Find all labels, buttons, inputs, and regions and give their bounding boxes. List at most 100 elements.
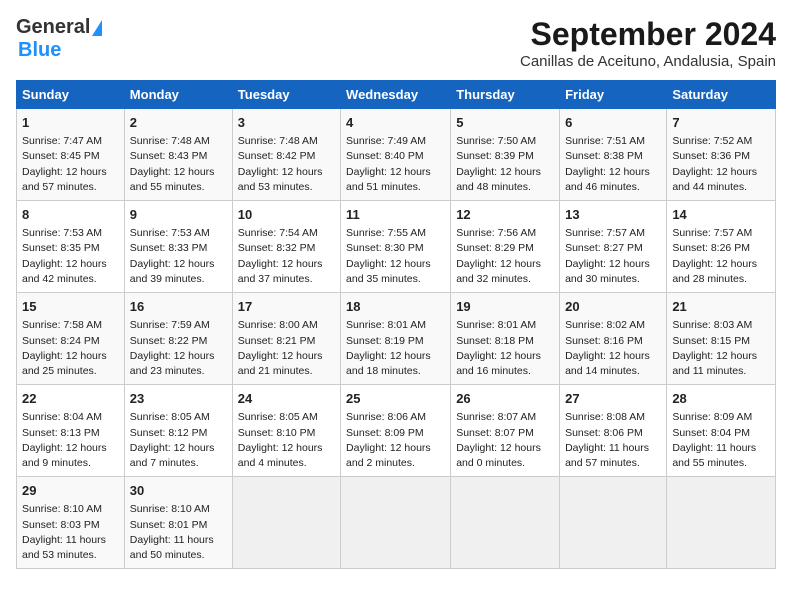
day-content: Sunrise: 8:04 AM Sunset: 8:13 PM Dayligh… [22, 410, 119, 471]
calendar-cell: 15 Sunrise: 7:58 AM Sunset: 8:24 PM Dayli… [17, 293, 125, 385]
day-number: 29 [22, 482, 119, 500]
calendar-cell: 11 Sunrise: 7:55 AM Sunset: 8:30 PM Dayli… [341, 201, 451, 293]
day-number: 18 [346, 298, 445, 316]
logo: General Blue [16, 16, 102, 62]
logo-blue-text: Blue [18, 39, 61, 61]
day-number: 23 [130, 390, 227, 408]
day-number: 14 [672, 206, 770, 224]
day-number: 15 [22, 298, 119, 316]
calendar-cell: 20 Sunrise: 8:02 AM Sunset: 8:16 PM Dayli… [560, 293, 667, 385]
day-number: 30 [130, 482, 227, 500]
day-number: 9 [130, 206, 227, 224]
day-content: Sunrise: 7:56 AM Sunset: 8:29 PM Dayligh… [456, 226, 554, 287]
calendar-cell: 30 Sunrise: 8:10 AM Sunset: 8:01 PM Dayli… [124, 477, 232, 569]
calendar-cell: 24 Sunrise: 8:05 AM Sunset: 8:10 PM Dayli… [232, 385, 340, 477]
calendar-cell: 5 Sunrise: 7:50 AM Sunset: 8:39 PM Daylig… [451, 109, 560, 201]
day-content: Sunrise: 8:03 AM Sunset: 8:15 PM Dayligh… [672, 318, 770, 379]
calendar-cell: 10 Sunrise: 7:54 AM Sunset: 8:32 PM Dayli… [232, 201, 340, 293]
calendar-cell: 9 Sunrise: 7:53 AM Sunset: 8:33 PM Daylig… [124, 201, 232, 293]
day-content: Sunrise: 7:49 AM Sunset: 8:40 PM Dayligh… [346, 134, 445, 195]
day-number: 11 [346, 206, 445, 224]
day-number: 1 [22, 114, 119, 132]
day-number: 27 [565, 390, 661, 408]
day-content: Sunrise: 8:02 AM Sunset: 8:16 PM Dayligh… [565, 318, 661, 379]
calendar-cell: 17Sunrise: 8:00 AM Sunset: 8:21 PM Dayli… [232, 293, 340, 385]
calendar-day-header: Thursday [451, 81, 560, 109]
day-number: 21 [672, 298, 770, 316]
logo-triangle-icon [92, 20, 102, 36]
day-number: 16 [130, 298, 227, 316]
calendar-cell [560, 477, 667, 569]
day-number: 4 [346, 114, 445, 132]
day-content: Sunrise: 7:53 AM Sunset: 8:33 PM Dayligh… [130, 226, 227, 287]
day-number: 25 [346, 390, 445, 408]
calendar-day-header: Wednesday [341, 81, 451, 109]
day-content: Sunrise: 7:47 AM Sunset: 8:45 PM Dayligh… [22, 134, 119, 195]
day-number: 7 [672, 114, 770, 132]
calendar-subtitle: Canillas de Aceituno, Andalusia, Spain [520, 53, 776, 70]
day-content: Sunrise: 7:58 AM Sunset: 8:24 PM Dayligh… [22, 318, 119, 379]
day-content: Sunrise: 7:59 AM Sunset: 8:22 PM Dayligh… [130, 318, 227, 379]
calendar-week-row: 8 Sunrise: 7:53 AM Sunset: 8:35 PM Daylig… [17, 201, 776, 293]
calendar-cell: 14Sunrise: 7:57 AM Sunset: 8:26 PM Dayli… [667, 201, 776, 293]
calendar-cell: 23Sunrise: 8:05 AM Sunset: 8:12 PM Dayli… [124, 385, 232, 477]
calendar-title: September 2024 [520, 16, 776, 53]
day-number: 17 [238, 298, 335, 316]
calendar-cell [341, 477, 451, 569]
day-number: 13 [565, 206, 661, 224]
calendar-week-row: 1 Sunrise: 7:47 AM Sunset: 8:45 PM Daylig… [17, 109, 776, 201]
day-content: Sunrise: 7:51 AM Sunset: 8:38 PM Dayligh… [565, 134, 661, 195]
day-content: Sunrise: 7:53 AM Sunset: 8:35 PM Dayligh… [22, 226, 119, 287]
day-number: 3 [238, 114, 335, 132]
calendar-week-row: 15 Sunrise: 7:58 AM Sunset: 8:24 PM Dayli… [17, 293, 776, 385]
logo-general-text: General [16, 16, 90, 39]
day-number: 8 [22, 206, 119, 224]
calendar-week-row: 29Sunrise: 8:10 AM Sunset: 8:03 PM Dayli… [17, 477, 776, 569]
calendar-cell: 21 Sunrise: 8:03 AM Sunset: 8:15 PM Dayli… [667, 293, 776, 385]
day-number: 20 [565, 298, 661, 316]
day-content: Sunrise: 8:09 AM Sunset: 8:04 PM Dayligh… [672, 410, 770, 471]
day-content: Sunrise: 8:05 AM Sunset: 8:10 PM Dayligh… [238, 410, 335, 471]
day-content: Sunrise: 8:08 AM Sunset: 8:06 PM Dayligh… [565, 410, 661, 471]
day-number: 10 [238, 206, 335, 224]
calendar-cell: 2Sunrise: 7:48 AM Sunset: 8:43 PM Daylig… [124, 109, 232, 201]
calendar-cell: 25 Sunrise: 8:06 AM Sunset: 8:09 PM Dayli… [341, 385, 451, 477]
calendar-header-row: SundayMondayTuesdayWednesdayThursdayFrid… [17, 81, 776, 109]
day-content: Sunrise: 7:48 AM Sunset: 8:42 PM Dayligh… [238, 134, 335, 195]
day-number: 24 [238, 390, 335, 408]
calendar-cell: 19 Sunrise: 8:01 AM Sunset: 8:18 PM Dayli… [451, 293, 560, 385]
day-content: Sunrise: 7:50 AM Sunset: 8:39 PM Dayligh… [456, 134, 554, 195]
day-content: Sunrise: 8:06 AM Sunset: 8:09 PM Dayligh… [346, 410, 445, 471]
day-number: 12 [456, 206, 554, 224]
day-content: Sunrise: 8:07 AM Sunset: 8:07 PM Dayligh… [456, 410, 554, 471]
day-number: 5 [456, 114, 554, 132]
calendar-cell: 26 Sunrise: 8:07 AM Sunset: 8:07 PM Dayli… [451, 385, 560, 477]
calendar-day-header: Saturday [667, 81, 776, 109]
day-content: Sunrise: 7:52 AM Sunset: 8:36 PM Dayligh… [672, 134, 770, 195]
calendar-cell: 7 Sunrise: 7:52 AM Sunset: 8:36 PM Daylig… [667, 109, 776, 201]
day-number: 2 [130, 114, 227, 132]
day-number: 26 [456, 390, 554, 408]
day-number: 19 [456, 298, 554, 316]
calendar-table: SundayMondayTuesdayWednesdayThursdayFrid… [16, 80, 776, 569]
calendar-cell: 6 Sunrise: 7:51 AM Sunset: 8:38 PM Daylig… [560, 109, 667, 201]
calendar-title-area: September 2024 Canillas de Aceituno, And… [520, 16, 776, 70]
day-content: Sunrise: 7:54 AM Sunset: 8:32 PM Dayligh… [238, 226, 335, 287]
day-content: Sunrise: 8:10 AM Sunset: 8:01 PM Dayligh… [130, 502, 227, 563]
calendar-cell: 12 Sunrise: 7:56 AM Sunset: 8:29 PM Dayli… [451, 201, 560, 293]
calendar-cell: 29Sunrise: 8:10 AM Sunset: 8:03 PM Dayli… [17, 477, 125, 569]
page-header: General Blue September 2024 Canillas de … [16, 16, 776, 70]
calendar-cell: 27 Sunrise: 8:08 AM Sunset: 8:06 PM Dayli… [560, 385, 667, 477]
day-content: Sunrise: 7:57 AM Sunset: 8:27 PM Dayligh… [565, 226, 661, 287]
day-number: 28 [672, 390, 770, 408]
calendar-day-header: Sunday [17, 81, 125, 109]
calendar-cell: 16 Sunrise: 7:59 AM Sunset: 8:22 PM Dayli… [124, 293, 232, 385]
calendar-week-row: 22Sunrise: 8:04 AM Sunset: 8:13 PM Dayli… [17, 385, 776, 477]
day-content: Sunrise: 7:55 AM Sunset: 8:30 PM Dayligh… [346, 226, 445, 287]
calendar-day-header: Friday [560, 81, 667, 109]
calendar-cell: 8 Sunrise: 7:53 AM Sunset: 8:35 PM Daylig… [17, 201, 125, 293]
calendar-cell: 18Sunrise: 8:01 AM Sunset: 8:19 PM Dayli… [341, 293, 451, 385]
calendar-cell [667, 477, 776, 569]
day-content: Sunrise: 8:01 AM Sunset: 8:18 PM Dayligh… [456, 318, 554, 379]
day-number: 6 [565, 114, 661, 132]
